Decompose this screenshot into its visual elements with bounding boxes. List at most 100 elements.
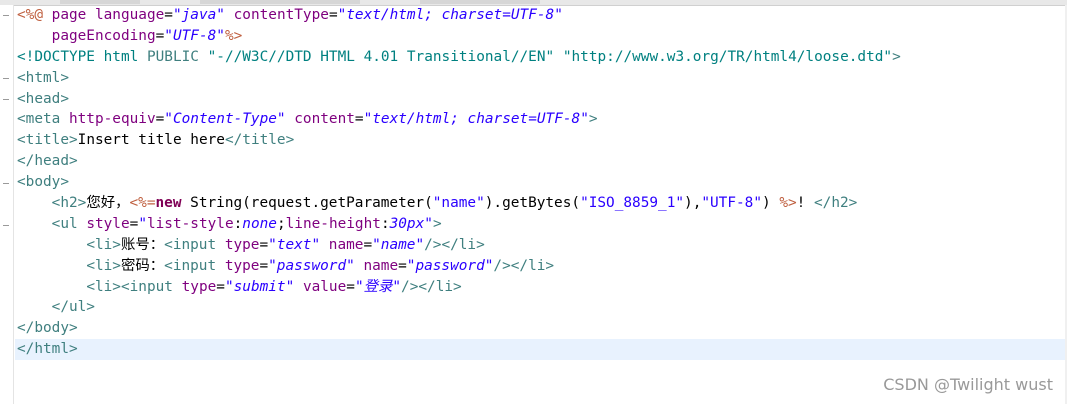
code-token: value xyxy=(302,278,347,295)
code-token: ), xyxy=(684,195,702,212)
code-token: = xyxy=(259,236,269,253)
code-token: ).getBytes( xyxy=(484,195,581,212)
code-token: none xyxy=(242,215,277,232)
code-token: "text/html; charset=UTF-8" xyxy=(363,111,589,128)
code-token: type xyxy=(224,257,260,274)
code-token: "password" xyxy=(268,257,355,274)
code-token: name xyxy=(363,257,399,274)
code-token: : xyxy=(233,215,243,232)
code-token: "UTF-8" xyxy=(164,27,225,44)
code-token: = xyxy=(398,257,407,274)
code-token: language xyxy=(94,7,165,23)
code-token: = xyxy=(346,278,355,295)
code-token: type xyxy=(224,236,260,253)
code-token: = xyxy=(259,257,269,274)
code-token: "登录" xyxy=(354,278,402,295)
code-line[interactable]: <li><input type="submit" value="登录"/></l… xyxy=(15,277,1067,298)
code-token: = xyxy=(363,236,373,253)
code-token: pageEncoding xyxy=(17,27,156,44)
code-token: <head> xyxy=(17,90,69,107)
code-token: style xyxy=(86,215,130,232)
code-token: </body> xyxy=(17,320,78,337)
fold-marker-icon[interactable] xyxy=(3,78,9,79)
code-token: > xyxy=(588,111,598,128)
code-token: /> xyxy=(493,257,511,274)
code-token: line-height xyxy=(285,215,381,232)
code-token: "UTF-8" xyxy=(701,195,763,212)
line-gutter[interactable] xyxy=(0,5,14,404)
code-token: <%= xyxy=(129,195,156,212)
code-line[interactable]: </body> xyxy=(15,318,1067,339)
code-line[interactable]: </ul> xyxy=(15,297,1067,318)
code-token: <input xyxy=(120,278,182,295)
code-token: </li> xyxy=(510,257,555,274)
code-token: <html> xyxy=(17,69,69,86)
code-line[interactable]: <ul style="list-style:none;line-height:3… xyxy=(15,214,1067,235)
code-line[interactable]: </html> xyxy=(15,339,1067,361)
code-token: 您好， xyxy=(86,195,130,212)
code-token: </h2> xyxy=(814,195,858,212)
code-token: list-style xyxy=(146,215,234,232)
code-editor[interactable]: <%@ page language="java" contentType="te… xyxy=(0,0,1067,404)
code-line[interactable]: <title>Insert title here</title> xyxy=(15,130,1067,151)
code-token: "text/html; charset=UTF-8" xyxy=(337,7,563,23)
code-line[interactable]: <!DOCTYPE html PUBLIC "-//W3C//DTD HTML … xyxy=(15,47,1067,68)
code-token: </head> xyxy=(17,153,78,170)
code-token: = xyxy=(216,278,225,295)
code-token: = xyxy=(155,111,165,128)
code-token: ! xyxy=(796,195,814,212)
code-token: "Content-Type" xyxy=(164,111,286,128)
code-token: ) xyxy=(762,195,780,212)
code-line[interactable]: <head> xyxy=(15,89,1067,110)
code-token: </li> xyxy=(441,236,485,253)
code-area[interactable]: <%@ page language="java" contentType="te… xyxy=(15,5,1067,361)
code-token: = xyxy=(354,111,364,128)
code-token: %> xyxy=(779,195,797,212)
code-line[interactable]: <h2>您好，<%=new String(request.getParamete… xyxy=(15,193,1067,214)
code-token: </li> xyxy=(418,278,462,295)
code-token: <%@ xyxy=(17,7,43,23)
code-token: : xyxy=(380,215,390,232)
fold-marker-icon[interactable] xyxy=(3,15,9,16)
code-line[interactable]: <li>密码：<input type="password" name="pass… xyxy=(15,256,1067,277)
code-line[interactable]: pageEncoding="UTF-8"%> xyxy=(15,26,1067,47)
fold-marker-icon[interactable] xyxy=(3,183,9,184)
code-token: <li> xyxy=(86,278,121,295)
code-token: "ISO_8859_1" xyxy=(580,195,685,212)
code-line[interactable]: <li>账号：<input type="text" name="name"/><… xyxy=(15,235,1067,256)
editor-tab[interactable] xyxy=(60,0,140,4)
code-token: String(request.getParameter( xyxy=(181,195,433,212)
code-token: page xyxy=(43,7,95,23)
code-token: " xyxy=(138,215,147,232)
code-token: <input xyxy=(164,257,225,274)
code-token: = xyxy=(155,27,165,44)
code-token: " xyxy=(424,215,433,232)
code-token: <li> xyxy=(86,236,121,253)
code-token: "submit" xyxy=(224,278,295,295)
fold-marker-icon[interactable] xyxy=(3,225,9,226)
code-token: <input xyxy=(164,236,225,253)
code-line[interactable]: <html> xyxy=(15,68,1067,89)
code-token: content xyxy=(294,111,355,128)
fold-marker-icon[interactable] xyxy=(3,99,9,100)
code-token: 账号： xyxy=(120,236,165,253)
code-line[interactable]: </head> xyxy=(15,151,1067,172)
code-line[interactable]: <%@ page language="java" contentType="te… xyxy=(15,5,1067,26)
code-line[interactable]: <body> xyxy=(15,172,1067,193)
editor-tab[interactable] xyxy=(420,0,540,4)
code-token: type xyxy=(181,278,217,295)
code-token: </ul> xyxy=(51,299,95,316)
editor-tab[interactable] xyxy=(200,0,360,4)
code-token: "name" xyxy=(432,195,485,212)
code-token: contentType xyxy=(233,7,329,23)
code-line[interactable]: <meta http-equiv="Content-Type" content=… xyxy=(15,109,1067,130)
code-token: </title> xyxy=(224,132,295,149)
code-token: Insert title here xyxy=(77,132,225,149)
code-token: > xyxy=(892,48,901,65)
